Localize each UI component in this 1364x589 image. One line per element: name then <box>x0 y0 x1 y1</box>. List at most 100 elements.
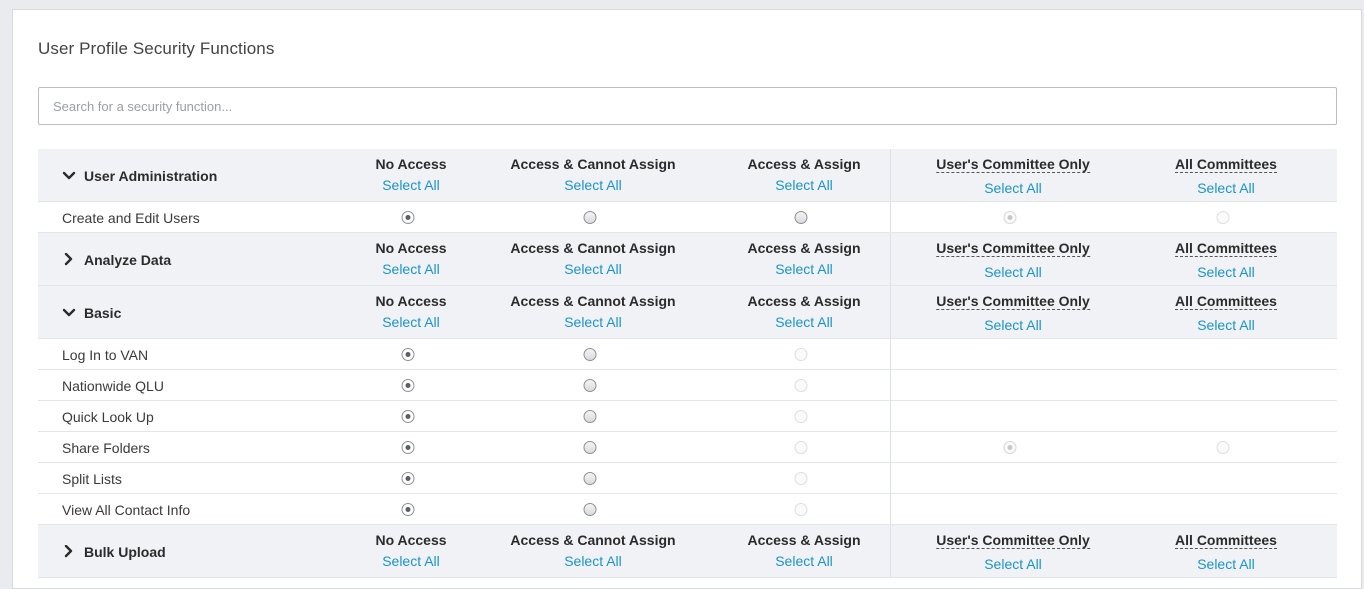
column-label[interactable]: User's Committee Only <box>936 157 1090 173</box>
function-row: Create and Edit Users <box>38 202 1337 233</box>
select-all-link[interactable]: Select All <box>375 177 446 193</box>
column-label[interactable]: All Committees <box>1175 294 1277 310</box>
radio-users-committee-only <box>1003 441 1017 454</box>
radio-no-access[interactable] <box>401 472 415 485</box>
function-row: Share Folders <box>38 432 1337 463</box>
column-label: Access & Assign <box>747 293 861 309</box>
radio-access-cannot-assign[interactable] <box>583 410 597 423</box>
radio-access-cannot-assign[interactable] <box>583 503 597 516</box>
radio-access-cannot-assign[interactable] <box>583 441 597 454</box>
column-divider <box>890 494 891 524</box>
column-header-users-committee-only: User's Committee Only Select All <box>936 286 1090 339</box>
radio-no-access[interactable] <box>401 503 415 516</box>
radio-access-cannot-assign[interactable] <box>583 211 597 224</box>
radio-access-assign <box>794 379 808 392</box>
radio-no-access[interactable] <box>401 410 415 423</box>
radio-access-assign[interactable] <box>794 211 808 224</box>
radio-all-committees <box>1216 441 1230 454</box>
column-header-users-committee-only: User's Committee Only Select All <box>936 149 1090 202</box>
section-toggle[interactable]: Bulk Upload <box>62 525 166 578</box>
section-toggle[interactable]: User Administration <box>62 149 217 202</box>
select-all-link[interactable]: Select All <box>936 317 1090 333</box>
select-all-link[interactable]: Select All <box>747 553 860 569</box>
column-label[interactable]: User's Committee Only <box>936 294 1090 310</box>
radio-no-access[interactable] <box>401 379 415 392</box>
column-divider <box>890 525 891 577</box>
function-row: Quick Look Up <box>38 401 1337 432</box>
select-all-link[interactable]: Select All <box>747 314 860 330</box>
select-all-link[interactable]: Select All <box>1175 180 1277 196</box>
column-header-access-cannot-assign: Access & Cannot Assign Select All <box>510 233 675 286</box>
radio-no-access[interactable] <box>401 441 415 454</box>
column-divider <box>890 463 891 493</box>
column-label: Access & Cannot Assign <box>510 532 676 548</box>
select-all-link[interactable]: Select All <box>375 553 446 569</box>
select-all-link[interactable]: Select All <box>1175 317 1277 333</box>
column-label[interactable]: User's Committee Only <box>936 241 1090 257</box>
section-toggle[interactable]: Analyze Data <box>62 233 171 286</box>
function-row: Split Lists <box>38 463 1337 494</box>
select-all-link[interactable]: Select All <box>510 314 675 330</box>
column-label: Access & Cannot Assign <box>510 240 676 256</box>
select-all-link[interactable]: Select All <box>510 261 675 277</box>
column-header-no-access: No Access Select All <box>375 233 446 286</box>
select-all-link[interactable]: Select All <box>936 180 1090 196</box>
select-all-link[interactable]: Select All <box>1175 556 1277 572</box>
section-toggle[interactable]: Basic <box>62 286 121 339</box>
column-header-all-committees: All Committees Select All <box>1175 525 1277 578</box>
function-label: Create and Edit Users <box>62 209 200 226</box>
chevron-right-icon[interactable] <box>62 544 82 559</box>
function-label: Quick Look Up <box>62 408 154 425</box>
radio-access-cannot-assign[interactable] <box>583 472 597 485</box>
function-row: Nationwide QLU <box>38 370 1337 401</box>
column-header-access-assign: Access & Assign Select All <box>747 525 860 578</box>
column-header-access-cannot-assign: Access & Cannot Assign Select All <box>510 286 675 339</box>
column-header-no-access: No Access Select All <box>375 149 446 202</box>
column-header-access-cannot-assign: Access & Cannot Assign Select All <box>510 149 675 202</box>
section-name: User Administration <box>84 167 218 184</box>
column-divider <box>890 233 891 285</box>
radio-access-assign <box>794 410 808 423</box>
column-divider <box>890 401 891 431</box>
column-label[interactable]: User's Committee Only <box>936 533 1090 549</box>
select-all-link[interactable]: Select All <box>936 556 1090 572</box>
select-all-link[interactable]: Select All <box>747 261 860 277</box>
select-all-link[interactable]: Select All <box>510 553 675 569</box>
function-label: Log In to VAN <box>62 346 149 363</box>
radio-no-access[interactable] <box>401 211 415 224</box>
select-all-link[interactable]: Select All <box>510 177 675 193</box>
chevron-down-icon[interactable] <box>62 169 82 183</box>
column-header-all-committees: All Committees Select All <box>1175 149 1277 202</box>
column-label[interactable]: All Committees <box>1175 157 1277 173</box>
select-all-link[interactable]: Select All <box>936 264 1090 280</box>
column-label: No Access <box>375 240 447 256</box>
radio-all-committees <box>1216 211 1230 224</box>
radio-no-access[interactable] <box>401 348 415 361</box>
radio-access-cannot-assign[interactable] <box>583 348 597 361</box>
column-header-access-assign: Access & Assign Select All <box>747 286 860 339</box>
radio-access-assign <box>794 348 808 361</box>
column-header-users-committee-only: User's Committee Only Select All <box>936 525 1090 578</box>
chevron-down-icon[interactable] <box>62 306 82 320</box>
function-row: View All Contact Info <box>38 494 1337 525</box>
column-label[interactable]: All Committees <box>1175 533 1277 549</box>
column-label: No Access <box>375 293 447 309</box>
radio-access-assign <box>794 441 808 454</box>
column-header-users-committee-only: User's Committee Only Select All <box>936 233 1090 286</box>
search-input[interactable] <box>38 87 1337 125</box>
select-all-link[interactable]: Select All <box>375 261 446 277</box>
select-all-link[interactable]: Select All <box>1175 264 1277 280</box>
permissions-grid: User Administration No Access Select All Ac… <box>38 149 1337 578</box>
select-all-link[interactable]: Select All <box>375 314 446 330</box>
radio-access-cannot-assign[interactable] <box>583 379 597 392</box>
column-header-access-assign: Access & Assign Select All <box>747 149 860 202</box>
column-header-access-assign: Access & Assign Select All <box>747 233 860 286</box>
section-header: Analyze Data No Access Select All Access & … <box>38 233 1337 286</box>
column-label[interactable]: All Committees <box>1175 241 1277 257</box>
column-header-access-cannot-assign: Access & Cannot Assign Select All <box>510 525 675 578</box>
radio-access-assign <box>794 503 808 516</box>
column-label: No Access <box>375 532 447 548</box>
select-all-link[interactable]: Select All <box>747 177 860 193</box>
chevron-right-icon[interactable] <box>62 252 82 267</box>
column-divider <box>890 339 891 369</box>
